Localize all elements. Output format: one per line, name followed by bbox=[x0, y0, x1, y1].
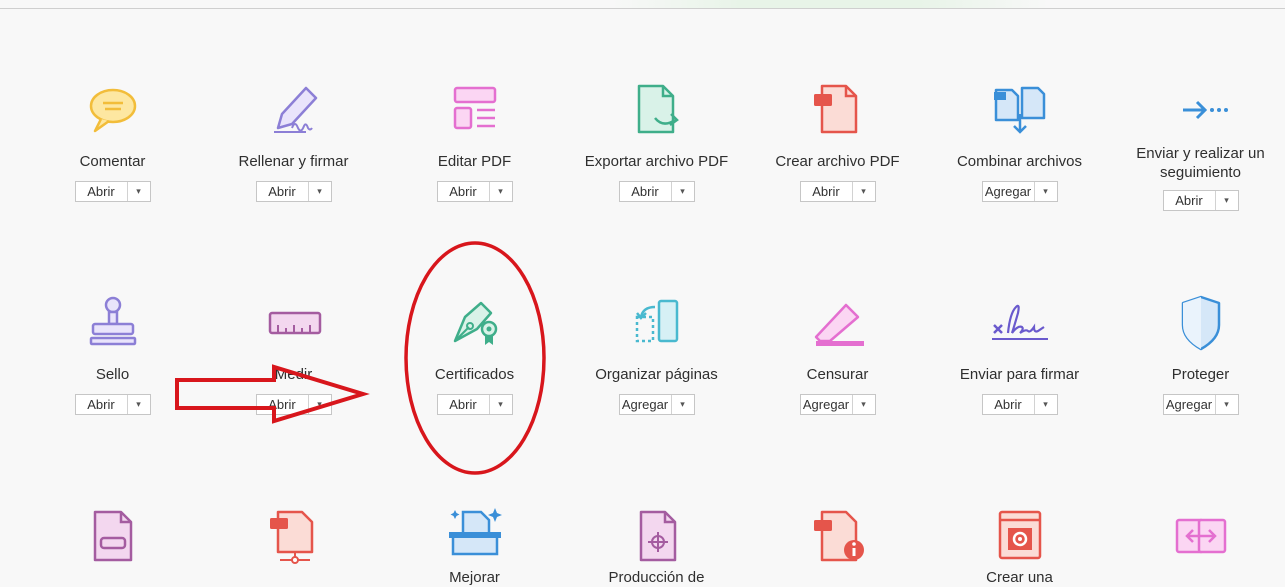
red-circle-annotation bbox=[404, 241, 546, 475]
red-arrow-annotation bbox=[175, 364, 370, 424]
annotation-overlay bbox=[175, 241, 546, 475]
